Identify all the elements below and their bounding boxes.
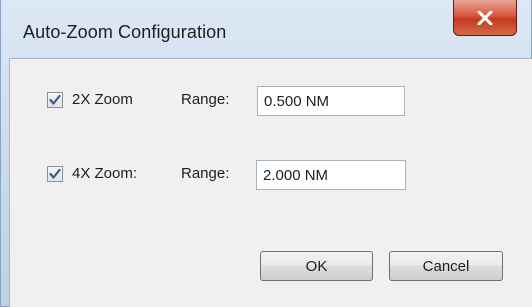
window-title: Auto-Zoom Configuration <box>23 22 227 42</box>
zoom-2x-label[interactable]: 2X Zoom <box>72 91 133 108</box>
title-bar[interactable]: Auto-Zoom Configuration <box>1 0 532 58</box>
zoom-4x-range-input[interactable] <box>256 160 406 190</box>
checkmark-icon <box>49 94 61 106</box>
zoom-2x-range-label: Range: <box>181 91 230 108</box>
close-icon <box>477 10 493 25</box>
zoom-4x-checkbox[interactable] <box>47 166 63 182</box>
zoom-4x-range-label: Range: <box>181 165 230 182</box>
zoom-2x-range-input[interactable] <box>257 86 405 116</box>
dialog-body: 2X Zoom Range: 4X Zoom: Range: OK Cancel <box>9 58 532 307</box>
dialog-window: Auto-Zoom Configuration 2X Zoom Range: 0… <box>0 0 532 307</box>
zoom-4x-label[interactable]: 4X Zoom: <box>72 165 137 182</box>
zoom-2x-checkbox[interactable] <box>47 92 63 108</box>
cancel-button[interactable]: Cancel <box>389 251 503 281</box>
checkmark-icon <box>49 168 61 180</box>
close-button[interactable] <box>453 0 517 36</box>
ok-button[interactable]: OK <box>260 251 373 281</box>
